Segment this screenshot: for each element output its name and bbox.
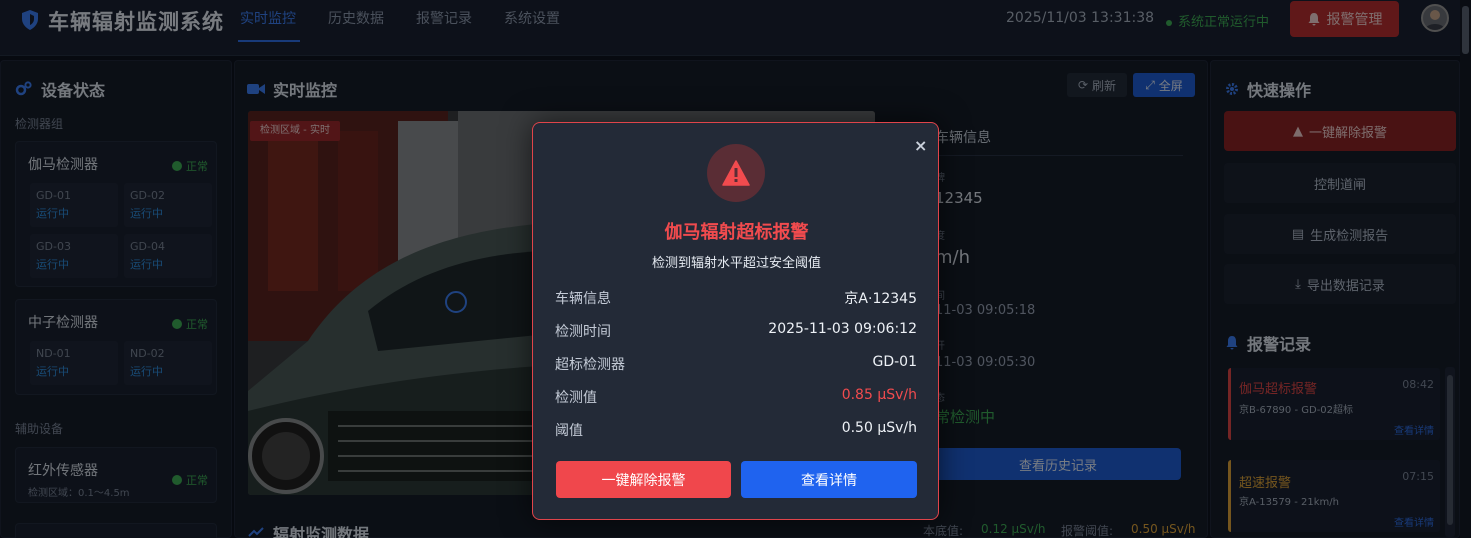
modal-row-measured: 检测值 0.85 μSv/h (555, 387, 917, 407)
row-label: 超标检测器 (555, 357, 625, 373)
row-label: 检测时间 (555, 324, 611, 340)
close-icon[interactable]: × (914, 136, 927, 155)
radiation-alarm-modal: × 伽马辐射超标报警 检测到辐射水平超过安全阈值 车辆信息 京A·12345 检测… (532, 122, 939, 520)
row-label: 检测值 (555, 390, 597, 406)
modal-title: 伽马辐射超标报警 (664, 222, 809, 243)
row-value: 2025-11-03 09:06:12 (768, 321, 917, 337)
row-label: 车辆信息 (555, 291, 611, 307)
row-value: 京A·12345 (844, 291, 917, 307)
row-value: GD-01 (872, 354, 918, 370)
alarm-icon-circle (707, 144, 765, 202)
row-value: 0.85 μSv/h (841, 387, 917, 403)
modal-row-threshold: 阈值 0.50 μSv/h (555, 420, 917, 440)
modal-dismiss-alarm-button[interactable]: 一键解除报警 (556, 461, 731, 498)
warning-triangle-icon (722, 160, 750, 186)
modal-view-detail-button[interactable]: 查看详情 (741, 461, 917, 498)
modal-row-vehicle: 车辆信息 京A·12345 (555, 288, 917, 308)
row-value: 0.50 μSv/h (841, 420, 917, 436)
modal-row-time: 检测时间 2025-11-03 09:06:12 (555, 321, 917, 341)
modal-subtitle: 检测到辐射水平超过安全阈值 (651, 256, 821, 271)
row-label: 阈值 (555, 423, 583, 439)
modal-row-detector: 超标检测器 GD-01 (555, 354, 917, 374)
